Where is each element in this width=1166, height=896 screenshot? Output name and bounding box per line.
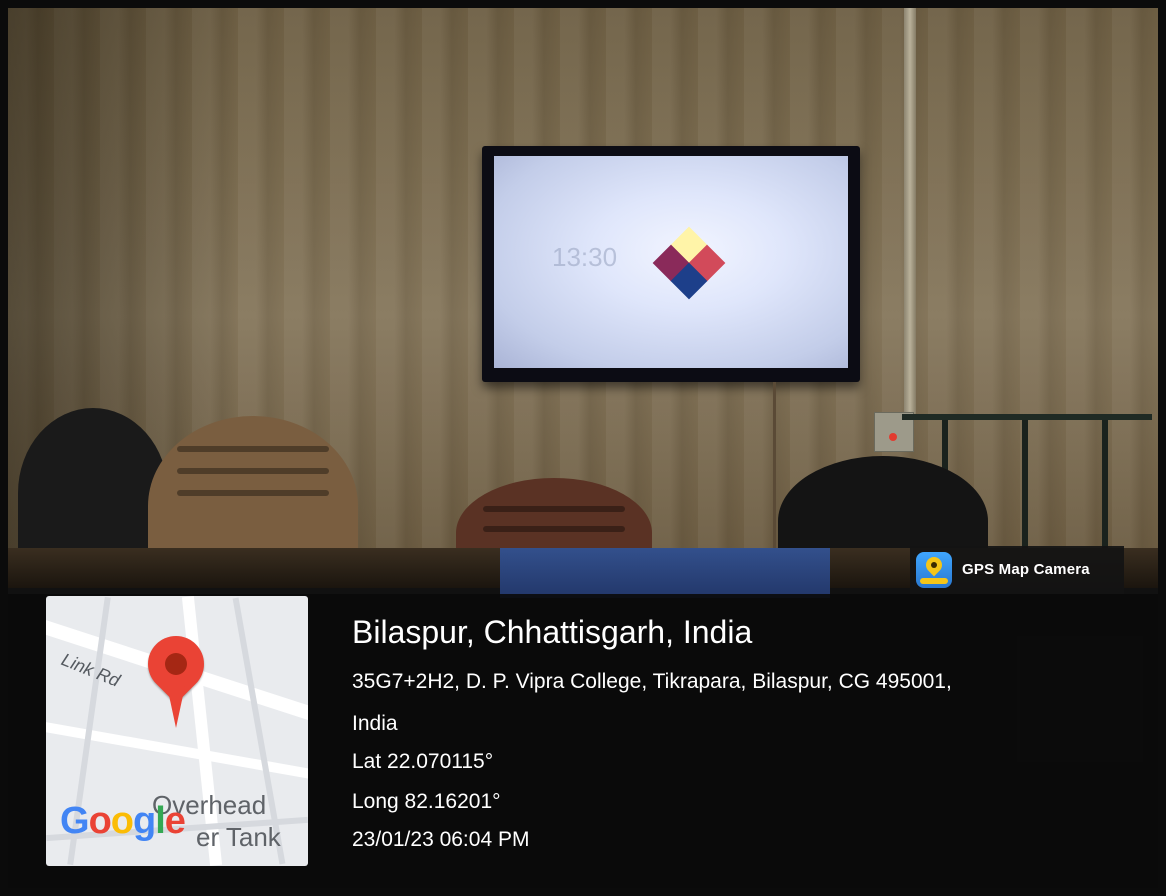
longitude: Long 82.16201° <box>352 790 501 813</box>
table-leg <box>1022 420 1028 550</box>
map-marker-dot <box>165 653 187 675</box>
address-line-1: 35G7+2H2, D. P. Vipra College, Tikrapara… <box>352 670 952 693</box>
blue-cloth <box>500 548 830 598</box>
address-line-2: India <box>352 712 398 735</box>
chair-slat <box>177 446 329 452</box>
tv-clock: 13:30 <box>552 242 618 272</box>
map-landmark-label-2: er Tank <box>196 822 281 852</box>
latitude: Lat 22.070115° <box>352 750 494 773</box>
photo-frame: 13:30 GPS Map Camera Link Rd Overhead er… <box>8 8 1158 888</box>
map-marker-tip <box>167 686 185 728</box>
chair-slat <box>483 526 625 532</box>
chair-slat <box>177 468 329 474</box>
chair-slat <box>177 490 329 496</box>
map-thumbnail[interactable]: Link Rd Overhead er Tank Google <box>46 596 308 866</box>
app-name: GPS Map Camera <box>962 561 1090 578</box>
location-title: Bilaspur, Chhattisgarh, India <box>352 614 753 650</box>
pin-base <box>920 578 948 584</box>
app-badge: GPS Map Camera <box>910 546 1124 594</box>
chair-slat <box>483 506 625 512</box>
tv-cable <box>773 382 776 552</box>
google-logo: Google <box>60 800 186 842</box>
outlet-led <box>889 433 897 441</box>
gps-map-camera-icon <box>916 552 952 588</box>
timestamp: 23/01/23 06:04 PM <box>352 828 530 851</box>
wall-pipe <box>904 8 916 418</box>
map-pin-dot <box>931 562 937 568</box>
wall-mounted-tv: 13:30 <box>482 146 860 382</box>
table-leg <box>1102 420 1108 550</box>
tv-screen: 13:30 <box>494 156 848 368</box>
